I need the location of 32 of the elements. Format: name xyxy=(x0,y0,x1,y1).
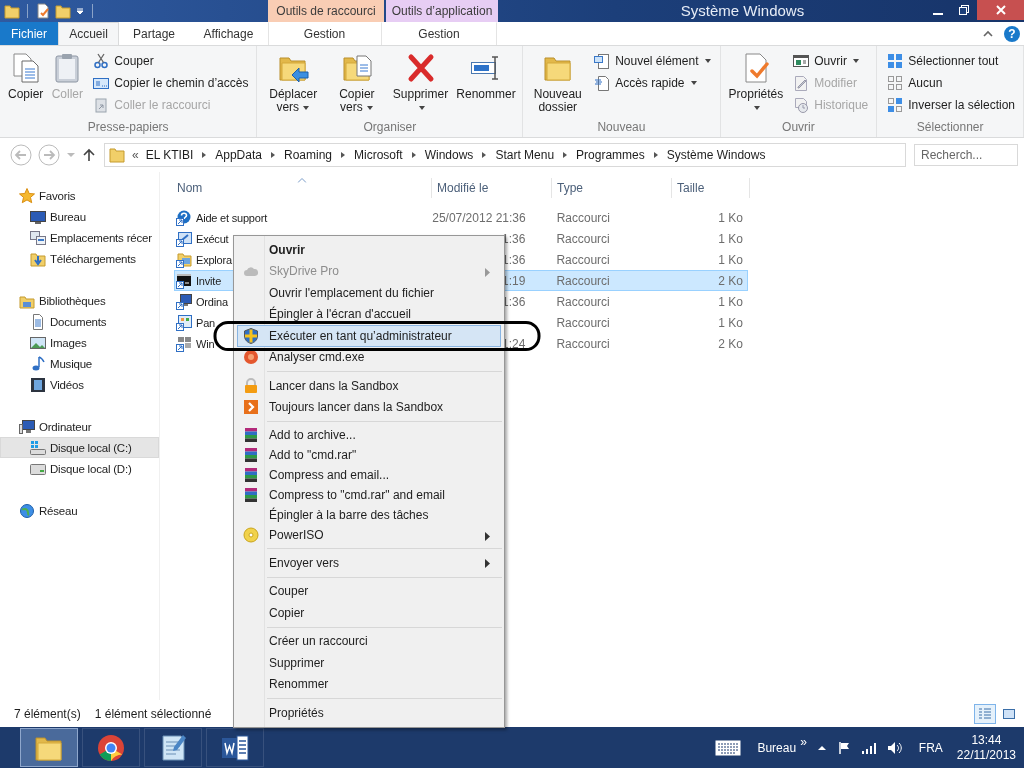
table-cell: 2 Ko xyxy=(718,273,743,288)
group-label: Presse-papiers xyxy=(86,119,170,136)
table-cell: Raccourci xyxy=(556,231,610,246)
table-cell: Raccourci xyxy=(556,315,610,330)
file-name: Win xyxy=(196,337,215,350)
window-title: Système Windows xyxy=(679,1,806,21)
file-name: Explora xyxy=(196,253,232,266)
file-name: Exécut xyxy=(196,232,229,245)
group-label: Ouvrir xyxy=(781,119,816,136)
table-cell: 1 Ko xyxy=(718,231,743,246)
table-cell: 2 Ko xyxy=(718,336,743,351)
table-cell: 1 Ko xyxy=(718,210,743,225)
table-cell: Raccourci xyxy=(556,273,610,288)
table-cell: Raccourci xyxy=(556,336,610,351)
group-label: Nouveau xyxy=(596,119,647,136)
file-name: Aide et support xyxy=(196,211,267,224)
file-name: Invite xyxy=(196,274,222,287)
table-cell: Raccourci xyxy=(556,210,611,225)
table-cell: Raccourci xyxy=(556,252,610,267)
table-cell: 1 Ko xyxy=(718,315,743,330)
table-cell: 1 Ko xyxy=(718,294,743,309)
table-cell: Raccourci xyxy=(556,294,610,309)
status-text: 1 élément sélectionné xyxy=(94,706,212,721)
group-label: Sélectionner xyxy=(915,119,985,136)
context-tab-header: Outils d’application xyxy=(386,0,498,22)
context-tab-header: Outils de raccourci xyxy=(268,0,384,22)
status-text: 7 élément(s) xyxy=(14,706,81,721)
file-name: Ordina xyxy=(196,295,228,308)
table-cell: 1 Ko xyxy=(718,252,743,267)
group-label: Organiser xyxy=(362,119,418,136)
table-cell: 25/07/2012 21:36 xyxy=(432,210,526,225)
file-name: Pan xyxy=(196,316,215,329)
